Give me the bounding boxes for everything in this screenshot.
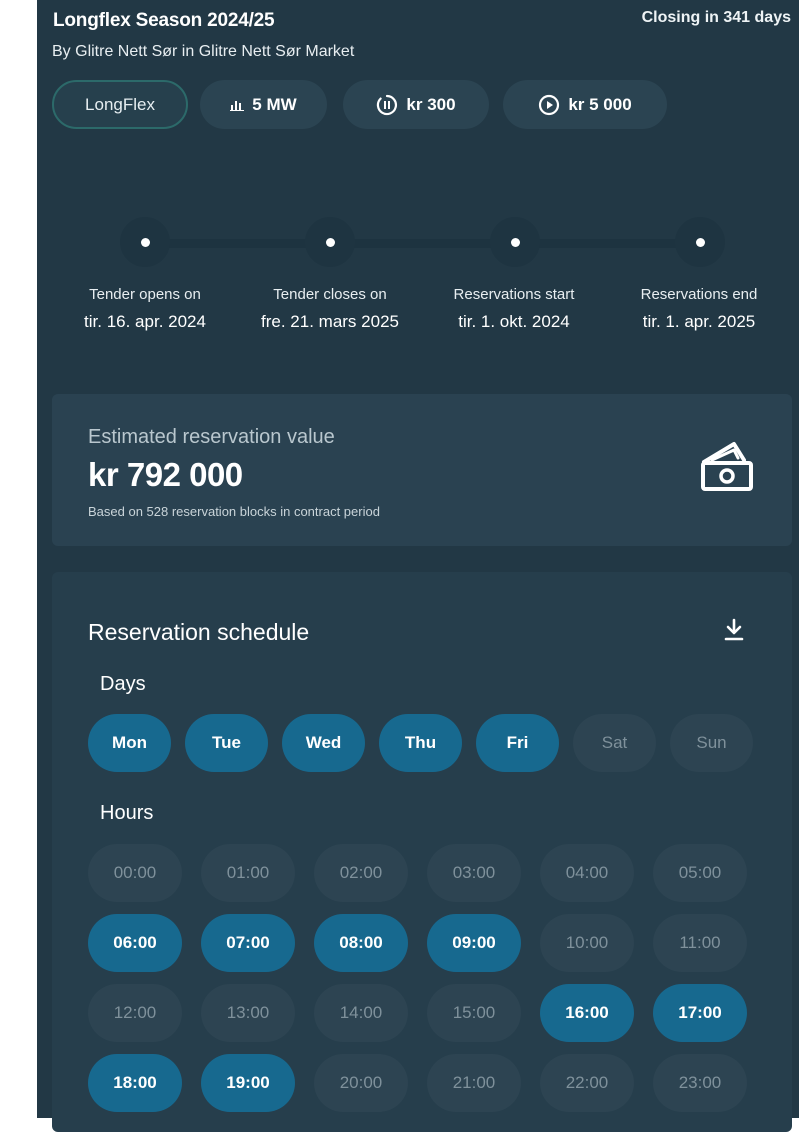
hour-toggle-1500[interactable]: 15:00 <box>427 984 521 1042</box>
timeline-node-tender-closes <box>305 217 355 267</box>
day-toggle-sun[interactable]: Sun <box>670 714 753 772</box>
timeline-dot <box>695 237 705 247</box>
hour-toggle-1900[interactable]: 19:00 <box>201 1054 295 1112</box>
download-icon[interactable] <box>724 618 744 647</box>
estimate-label: Estimated reservation value <box>88 426 335 448</box>
timeline-label: Reservations start <box>453 286 575 303</box>
hour-toggle-0500[interactable]: 05:00 <box>653 844 747 902</box>
hours-label: Hours <box>100 802 154 824</box>
timeline-dot <box>325 237 335 247</box>
pause-circle-icon <box>376 94 398 116</box>
day-toggle-wed[interactable]: Wed <box>282 714 365 772</box>
hour-toggle-0400[interactable]: 04:00 <box>540 844 634 902</box>
chip-label: 5 MW <box>252 94 297 114</box>
timeline-node-reservations-end <box>675 217 725 267</box>
hour-toggle-1200[interactable]: 12:00 <box>88 984 182 1042</box>
page-subtitle: By Glitre Nett Sør in Glitre Nett Sør Ma… <box>52 43 355 60</box>
activation-price-chip: kr 5 000 <box>503 80 667 129</box>
hour-toggle-0800[interactable]: 08:00 <box>314 914 408 972</box>
timeline-track <box>145 239 700 248</box>
estimate-note: Based on 528 reservation blocks in contr… <box>88 504 380 519</box>
timeline-date: tir. 1. okt. 2024 <box>458 312 570 331</box>
hour-toggle-2300[interactable]: 23:00 <box>653 1054 747 1112</box>
capacity-chip: 5 MW <box>200 80 327 129</box>
day-toggle-fri[interactable]: Fri <box>476 714 559 772</box>
hour-toggle-0200[interactable]: 02:00 <box>314 844 408 902</box>
timeline-dot <box>140 237 150 247</box>
timeline-date: tir. 1. apr. 2025 <box>642 312 756 331</box>
hour-toggle-1000[interactable]: 10:00 <box>540 914 634 972</box>
hour-toggle-1800[interactable]: 18:00 <box>88 1054 182 1112</box>
bar-chart-icon <box>230 99 245 111</box>
day-toggle-thu[interactable]: Thu <box>379 714 462 772</box>
timeline-label: Reservations end <box>640 286 758 303</box>
timeline-node-tender-opens <box>120 217 170 267</box>
day-toggle-mon[interactable]: Mon <box>88 714 171 772</box>
hour-toggle-2100[interactable]: 21:00 <box>427 1054 521 1112</box>
days-label: Days <box>100 673 146 695</box>
estimate-card: Estimated reservation value kr 792 000 B… <box>52 394 792 546</box>
hour-toggle-1300[interactable]: 13:00 <box>201 984 295 1042</box>
schedule-title: Reservation schedule <box>88 619 310 645</box>
play-circle-icon <box>538 94 560 116</box>
hour-toggle-0100[interactable]: 01:00 <box>201 844 295 902</box>
hour-toggle-0900[interactable]: 09:00 <box>427 914 521 972</box>
chip-label: kr 300 <box>406 94 456 114</box>
closing-countdown: Closing in 341 days <box>641 9 791 26</box>
page-title: Longflex Season 2024/25 <box>53 10 275 31</box>
hour-toggle-2200[interactable]: 22:00 <box>540 1054 634 1112</box>
hour-toggle-0300[interactable]: 03:00 <box>427 844 521 902</box>
hour-toggle-1400[interactable]: 14:00 <box>314 984 408 1042</box>
hour-toggle-1600[interactable]: 16:00 <box>540 984 634 1042</box>
reservation-schedule-card: Reservation schedule Days Hours Mon Tue We… <box>52 572 792 1132</box>
hour-toggle-0600[interactable]: 06:00 <box>88 914 182 972</box>
hour-toggle-2000[interactable]: 20:00 <box>314 1054 408 1112</box>
hour-toggle-0700[interactable]: 07:00 <box>201 914 295 972</box>
timeline-node-reservations-start <box>490 217 540 267</box>
chip-label: LongFlex <box>85 94 155 114</box>
product-chip-longflex[interactable]: LongFlex <box>52 80 188 129</box>
timeline-dot <box>510 237 520 247</box>
estimate-value: kr 792 000 <box>88 456 243 493</box>
timeline-label: Tender opens on <box>89 286 201 303</box>
timeline-label: Tender closes on <box>273 286 387 303</box>
day-toggle-sat[interactable]: Sat <box>573 714 656 772</box>
money-icon <box>698 438 756 499</box>
timeline-date: tir. 16. apr. 2024 <box>84 312 206 331</box>
chip-label: kr 5 000 <box>568 94 632 114</box>
hour-toggle-1700[interactable]: 17:00 <box>653 984 747 1042</box>
timeline-date: fre. 21. mars 2025 <box>261 312 399 331</box>
hour-toggle-1100[interactable]: 11:00 <box>653 914 747 972</box>
day-toggle-tue[interactable]: Tue <box>185 714 268 772</box>
availability-price-chip: kr 300 <box>343 80 489 129</box>
hour-toggle-0000[interactable]: 00:00 <box>88 844 182 902</box>
